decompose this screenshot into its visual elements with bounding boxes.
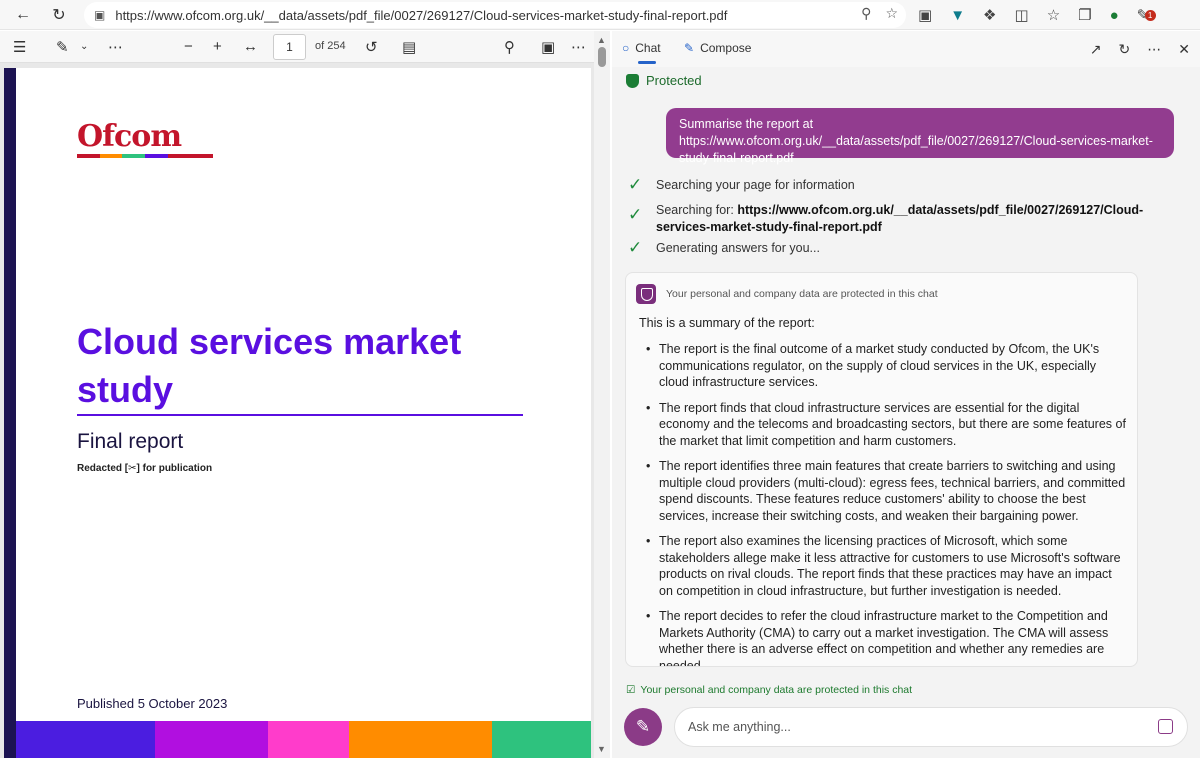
scroll-down-icon[interactable]: ▼ [597,744,606,754]
privacy-note: ☑ Your personal and company data are pro… [626,684,912,696]
answer-header: Your personal and company data are prote… [636,284,938,304]
progress-step: ✓ Searching for: https://www.ofcom.org.u… [628,202,1146,235]
pdf-page: Ofcom Cloud services market study Final … [4,68,591,758]
step-text: Searching your page for information [656,178,855,192]
summary-list: The report is the final outcome of a mar… [646,341,1128,666]
refresh-chat-icon[interactable]: ↻ [1119,41,1131,58]
tab-chat-label: Chat [635,41,661,55]
pdf-viewer[interactable]: Ofcom Cloud services market study Final … [0,63,594,758]
more-icon[interactable]: ⋯ [108,38,123,56]
pdf-scrollbar[interactable]: ▲ ▼ [594,31,610,758]
browser-toolbar: ← ↻ ▣ https://www.ofcom.org.uk/__data/as… [0,0,1200,30]
ofcom-logo-bar [77,154,214,158]
page-view-icon[interactable]: ▤ [402,38,416,56]
document-title: Cloud services market study [77,321,462,410]
extension-icon[interactable]: ▼ [950,7,965,24]
shield-icon [626,73,639,88]
save-icon[interactable]: ▣ [541,38,555,56]
page-number-input[interactable]: 1 [273,34,306,60]
progress-step: ✓ Searching your page for information [628,175,855,194]
summary-bullet: The report finds that cloud infrastructu… [646,400,1128,450]
camera-icon[interactable]: ▣ [918,6,932,24]
search-icon[interactable]: ⚲ [504,38,515,56]
contents-icon[interactable]: ☰ [13,38,26,56]
summary-bullet: The report identifies three main feature… [646,458,1128,524]
scroll-thumb[interactable] [598,47,606,67]
fit-width-icon[interactable]: ↔ [243,38,258,55]
checkmark-icon: ✓ [628,175,643,194]
tab-compose-label: Compose [700,41,752,55]
page-spine [4,68,16,758]
step-search-prefix: Searching for: [656,203,734,217]
open-new-window-icon[interactable]: ↗ [1090,41,1102,58]
tab-compose[interactable]: ✎ Compose [684,41,751,55]
refresh-icon[interactable]: ↻ [44,0,74,30]
user-message: Summarise the report at https://www.ofco… [666,108,1174,165]
draw-icon[interactable]: ✎ [56,38,69,56]
protected-indicator: Protected [626,73,702,88]
notification-icon[interactable]: ✎ 1 [1137,6,1156,24]
pdf-toolbar: ☰ ✎ ⌄ ⋯ − + ↔ 1 of 254 ↺ ▤ ⚲ ▣ ⋯ [0,31,594,63]
ofcom-logo: Ofcom [77,119,214,158]
copilot-shield-icon [636,284,656,304]
page-count: of 254 [315,40,346,52]
broom-icon: ✎ [635,717,651,736]
step-search-text: Searching for: https://www.ofcom.org.uk/… [656,202,1146,235]
rotate-icon[interactable]: ↺ [365,38,378,56]
profile-icon[interactable]: ● [1110,7,1119,24]
summary-bullet: The report also examines the licensing p… [646,533,1128,599]
chat-icon: ○ [622,41,630,55]
ask-input[interactable]: Ask me anything... [674,707,1188,747]
scroll-up-icon[interactable]: ▲ [597,35,606,45]
privacy-note-text: Your personal and company data are prote… [640,684,913,696]
address-bar[interactable]: ▣ https://www.ofcom.org.uk/__data/assets… [84,2,906,28]
puzzle-icon[interactable]: ❖ [983,6,996,24]
ofcom-logo-text: Ofcom [77,119,182,154]
shield-check-icon: ☑ [626,684,636,696]
color-stripes [16,721,591,758]
step-text: Generating answers for you... [656,241,820,255]
answer-header-text: Your personal and company data are prote… [666,288,938,300]
zoom-out-icon[interactable]: − [184,38,193,55]
pane-header: ○ Chat ✎ Compose ↗ ↻ ⋯ ✕ [612,31,1200,67]
new-topic-button[interactable]: ✎ [624,708,662,746]
screenshot-icon[interactable] [1158,719,1173,734]
lock-icon[interactable]: ▣ [94,8,105,22]
summary-bullet: The report decides to refer the cloud in… [646,608,1128,666]
progress-step: ✓ Generating answers for you... [628,238,820,257]
collections-icon[interactable]: ❐ [1078,6,1091,24]
favorite-icon[interactable]: ☆ [885,5,898,22]
title-rule [77,414,523,416]
document-subtitle: Final report [77,430,184,453]
answer-intro: This is a summary of the report: [639,316,815,330]
notification-badge: 1 [1144,10,1156,21]
ask-placeholder: Ask me anything... [688,720,791,734]
back-icon[interactable]: ← [8,0,38,30]
checkmark-icon: ✓ [628,205,643,224]
compose-icon: ✎ [684,41,695,55]
checkmark-icon: ✓ [628,238,643,257]
chevron-down-icon[interactable]: ⌄ [80,41,88,52]
split-screen-icon[interactable]: ◫ [1015,6,1029,24]
summary-bullet: The report is the final outcome of a mar… [646,341,1128,391]
close-icon[interactable]: ✕ [1178,41,1190,58]
copilot-pane: ○ Chat ✎ Compose ↗ ↻ ⋯ ✕ Protected Summa… [612,31,1200,758]
published-date: Published 5 October 2023 [77,696,228,711]
answer-card: Your personal and company data are prote… [625,272,1138,667]
address-url: https://www.ofcom.org.uk/__data/assets/p… [115,7,728,23]
tab-chat[interactable]: ○ Chat [622,41,661,64]
more-options-icon[interactable]: ⋯ [571,38,586,56]
zoom-in-icon[interactable]: + [213,38,222,55]
zoom-icon[interactable]: ⚲ [861,5,871,22]
redaction-note: Redacted [✂] for publication [77,463,213,474]
favorites-icon[interactable]: ☆ [1047,6,1060,24]
protected-label: Protected [646,73,702,88]
pane-more-icon[interactable]: ⋯ [1147,41,1161,58]
